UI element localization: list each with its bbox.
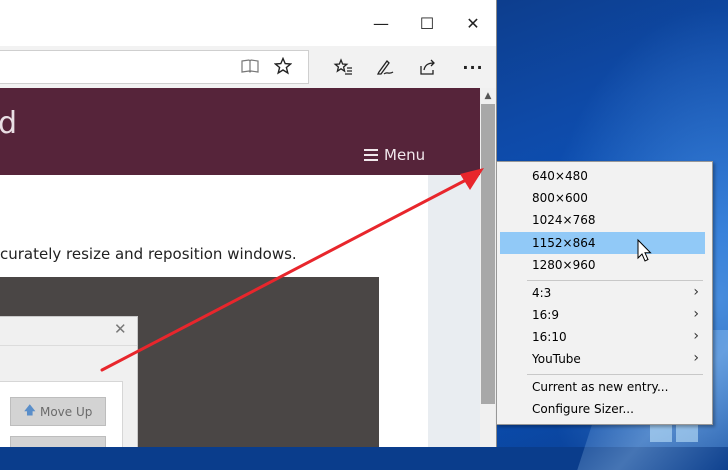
menu-item-1280x960[interactable]: 1280×960	[500, 254, 705, 276]
move-up-button: 🡅 Move Up	[10, 397, 106, 426]
menu-item-1152x864[interactable]: 1152×864	[500, 232, 705, 254]
pen-icon[interactable]	[372, 55, 398, 79]
menu-item-16-9[interactable]: 16:9 ›	[500, 304, 705, 326]
address-input[interactable]	[0, 50, 309, 84]
sizer-context-menu: 640×480 800×600 1024×768 1152×864 1280×9…	[496, 161, 713, 425]
hamburger-icon	[364, 146, 378, 164]
site-banner: d Menu	[0, 88, 480, 175]
menu-separator	[527, 280, 703, 281]
menu-item-youtube[interactable]: YouTube ›	[500, 348, 705, 370]
chevron-right-icon: ›	[693, 350, 699, 366]
close-icon: ✕	[114, 320, 127, 338]
share-icon[interactable]	[415, 55, 441, 79]
maximize-button[interactable]: ☐	[404, 6, 450, 40]
chevron-right-icon: ›	[693, 306, 699, 322]
site-title: d	[0, 106, 18, 141]
web-page: d Menu curately resize and reposition wi…	[0, 88, 480, 447]
chevron-right-icon: ›	[693, 284, 699, 300]
menu-label: Menu	[384, 146, 426, 164]
page-sidebar	[428, 175, 480, 447]
menu-item-4-3[interactable]: 4:3 ›	[500, 282, 705, 304]
book-icon[interactable]	[237, 54, 263, 78]
menu-item-640x480[interactable]: 640×480	[500, 165, 705, 187]
chevron-right-icon: ›	[693, 328, 699, 344]
address-bar-row: ···	[0, 46, 496, 89]
title-bar: — ☐ ✕	[0, 0, 496, 46]
star-icon[interactable]	[270, 54, 296, 78]
menu-item-current-as-new-entry[interactable]: Current as new entry...	[500, 376, 705, 398]
embedded-dialog: ✕	[0, 316, 138, 447]
menu-separator	[527, 374, 703, 375]
arrow-up-icon: 🡅	[23, 403, 36, 417]
page-body-text: curately resize and reposition windows.	[0, 245, 297, 263]
scroll-thumb[interactable]	[481, 104, 495, 404]
close-button[interactable]: ✕	[450, 6, 496, 40]
menu-button[interactable]: Menu	[364, 146, 425, 164]
menu-item-1024x768[interactable]: 1024×768	[500, 209, 705, 231]
favorites-list-icon[interactable]	[330, 55, 356, 79]
more-icon[interactable]: ···	[460, 55, 486, 79]
move-down-button	[10, 436, 106, 447]
dialog-divider	[0, 345, 137, 346]
menu-item-configure-sizer[interactable]: Configure Sizer...	[500, 398, 705, 420]
minimize-icon: —	[373, 13, 389, 33]
scroll-up-icon[interactable]: ▲	[480, 88, 496, 104]
move-up-label: Move Up	[39, 404, 93, 419]
close-icon: ✕	[466, 13, 480, 33]
vertical-scrollbar[interactable]: ▲	[480, 88, 496, 447]
menu-item-16-10[interactable]: 16:10 ›	[500, 326, 705, 348]
minimize-button[interactable]: —	[358, 6, 404, 40]
menu-item-800x600[interactable]: 800×600	[500, 187, 705, 209]
browser-window: — ☐ ✕ ··· d Menu curately resize and rep…	[0, 0, 497, 447]
maximize-icon: ☐	[419, 13, 435, 33]
